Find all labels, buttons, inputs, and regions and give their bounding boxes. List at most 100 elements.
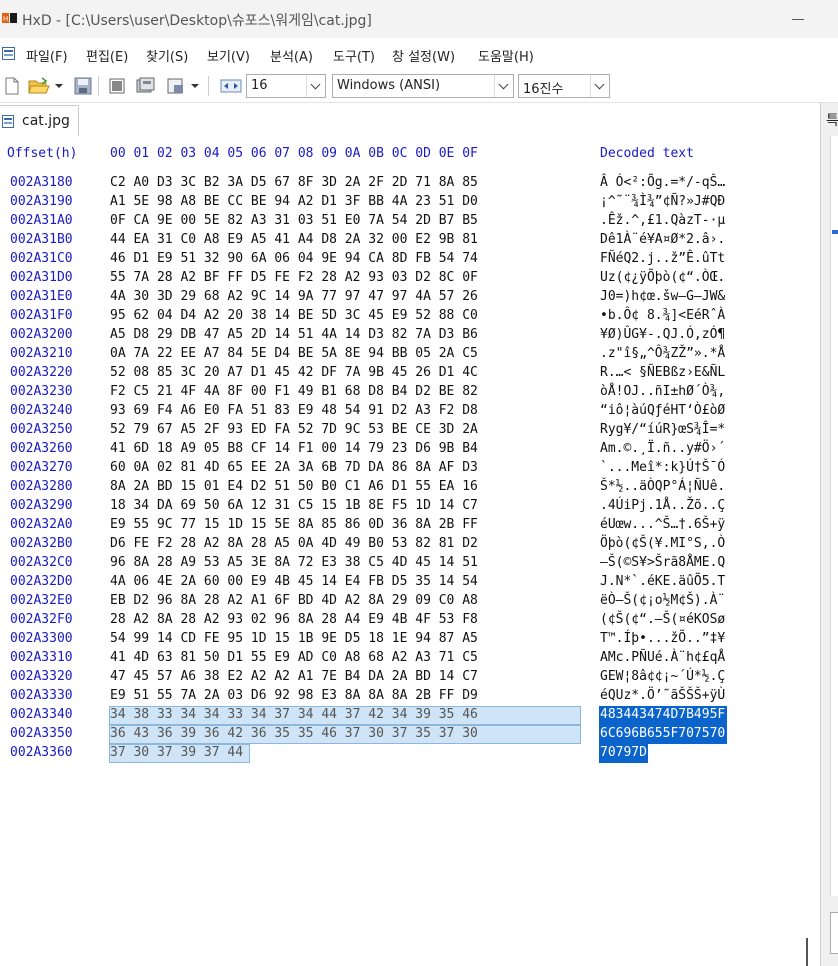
row-decoded-text[interactable]: (¢Š(¢“.–Š(¤éKOSø <box>600 612 725 627</box>
row-hex-bytes[interactable]: 52 79 67 A5 2F 93 ED FA 52 7D 9C 53 BE C… <box>110 422 478 437</box>
hex-row[interactable]: 002A31E0 4A 30 3D 29 68 A2 9C 14 9A 77 97… <box>0 288 798 307</box>
row-decoded-text[interactable]: Dê1À¨é¥A¤Ø*2.â›. <box>600 232 725 247</box>
hex-row[interactable]: 002A3340 34 38 33 34 34 33 34 37 34 44 37… <box>0 706 798 725</box>
hex-row[interactable]: 002A3360 37 30 37 39 37 44 70797D <box>0 744 798 763</box>
scrollbar-thumb[interactable] <box>806 938 808 966</box>
row-hex-bytes[interactable]: 28 A2 8A 28 A2 93 02 96 8A 28 A4 E9 4B 4… <box>110 612 478 627</box>
row-decoded-text[interactable]: “iô¦àúQƒéHT‘Ò£òØ <box>600 403 725 418</box>
hex-row[interactable]: 002A3270 60 0A 02 81 4D 65 EE 2A 3A 6B 7D… <box>0 459 798 478</box>
row-hex-bytes[interactable]: 44 EA 31 C0 A8 E9 A5 41 A4 D8 2A 32 00 E… <box>110 232 478 247</box>
row-decoded-text[interactable]: ¡^˜¨¾Ì¾”¢Ñ?»J#QÐ <box>600 194 725 209</box>
row-hex-bytes[interactable]: 36 43 36 39 36 42 36 35 35 46 37 30 37 3… <box>110 726 478 741</box>
hex-row[interactable]: 002A3200 A5 D8 29 DB 47 A5 2D 14 51 4A 14… <box>0 326 798 345</box>
row-hex-bytes[interactable]: 46 D1 E9 51 32 90 6A 06 04 9E 94 CA 8D F… <box>110 251 478 266</box>
row-decoded-text[interactable]: GEW¦8â¢¢¡~´Ú*½.Ç <box>600 669 725 684</box>
hex-row[interactable]: 002A3310 41 4D 63 81 50 D1 55 E9 AD C0 A8… <box>0 649 798 668</box>
row-hex-bytes[interactable]: 4A 30 3D 29 68 A2 9C 14 9A 77 97 47 97 4… <box>110 289 478 304</box>
row-hex-bytes[interactable]: 41 4D 63 81 50 D1 55 E9 AD C0 A8 68 A2 A… <box>110 650 478 665</box>
hex-row[interactable]: 002A3260 41 6D 18 A9 05 B8 CF 14 F1 00 14… <box>0 440 798 459</box>
row-decoded-text[interactable]: òÅ!OJ..ñI±hØ´Ò¾‚ <box>600 384 725 399</box>
row-decoded-text[interactable]: Ryg¥/“íúR}œS¾Î=* <box>600 422 725 437</box>
row-decoded-text[interactable]: .4ÚiPj.1Å..Žõ..Ç <box>600 498 725 513</box>
row-decoded-text[interactable]: Â Ó<²:Õg.=*/-qŠ… <box>600 175 725 190</box>
row-hex-bytes[interactable]: E9 55 9C 77 15 1D 15 5E 8A 85 86 0D 36 8… <box>110 517 478 532</box>
row-decoded-text[interactable]: 6C696B655F707570 <box>600 726 725 741</box>
row-decoded-text[interactable]: J.N*`.éKE.äûÕ5.T <box>600 574 725 589</box>
row-hex-bytes[interactable]: EB D2 96 8A 28 A2 A1 6F BD 4D A2 8A 29 0… <box>110 593 478 608</box>
charset-select[interactable]: Windows (ANSI) <box>332 74 514 98</box>
memory-editor-icon[interactable] <box>166 76 186 96</box>
hex-row[interactable]: 002A3320 47 45 57 A6 38 E2 A2 A2 A1 7E B4… <box>0 668 798 687</box>
row-decoded-text[interactable]: Am.©.¸Ï.ñ..y#Ö›´ <box>600 441 725 456</box>
hex-row[interactable]: 002A31A0 0F CA 9E 00 5E 82 A3 31 03 51 E0… <box>0 212 798 231</box>
dropdown-arrow-icon[interactable] <box>54 76 64 96</box>
row-hex-bytes[interactable]: A1 5E 98 A8 BE CC BE 94 A2 D1 3F BB 4A 2… <box>110 194 478 209</box>
data-inspector-options[interactable] <box>830 912 838 954</box>
row-decoded-text[interactable]: Š*½..äÒQP°Á¦ÑUê. <box>600 479 725 494</box>
dropdown-arrow-icon[interactable] <box>190 76 200 96</box>
disk-editor-icon[interactable] <box>134 76 156 96</box>
hex-row[interactable]: 002A3350 36 43 36 39 36 42 36 35 35 46 37… <box>0 725 798 744</box>
data-inspector-tab[interactable]: 특 <box>826 110 838 130</box>
row-decoded-text[interactable]: éQUz*.Ö’˜ãŠŠŠ+ÿÙ <box>600 688 725 703</box>
hex-row[interactable]: 002A32D0 4A 06 4E 2A 60 00 E9 4B 45 14 E4… <box>0 573 798 592</box>
document-menu-icon[interactable] <box>2 47 15 60</box>
save-icon[interactable] <box>74 76 92 96</box>
open-folder-icon[interactable] <box>28 76 50 96</box>
hex-row[interactable]: 002A31C0 46 D1 E9 51 32 90 6A 06 04 9E 94… <box>0 250 798 269</box>
hex-row[interactable]: 002A3220 52 08 85 3C 20 A7 D1 45 42 DF 7A… <box>0 364 798 383</box>
hex-row[interactable]: 002A3280 8A 2A BD 15 01 E4 D2 51 50 B0 C1… <box>0 478 798 497</box>
hex-row[interactable]: 002A3250 52 79 67 A5 2F 93 ED FA 52 7D 9C… <box>0 421 798 440</box>
hex-row[interactable]: 002A31B0 44 EA 31 C0 A8 E9 A5 41 A4 D8 2A… <box>0 231 798 250</box>
hex-row[interactable]: 002A3300 54 99 14 CD FE 95 1D 15 1B 9E D5… <box>0 630 798 649</box>
hex-row[interactable]: 002A3180 C2 A0 D3 3C B2 3A D5 67 8F 3D 2A… <box>0 174 798 193</box>
row-decoded-text[interactable]: ëÒ–Š(¢¡o½M¢Š).À¨ <box>600 593 725 608</box>
hex-row[interactable]: 002A3330 E9 51 55 7A 2A 03 D6 92 98 E3 8A… <box>0 687 798 706</box>
hex-row[interactable]: 002A32A0 E9 55 9C 77 15 1D 15 5E 8A 85 86… <box>0 516 798 535</box>
row-hex-bytes[interactable]: 41 6D 18 A9 05 B8 CF 14 F1 00 14 79 23 D… <box>110 441 478 456</box>
row-hex-bytes[interactable]: 96 8A 28 A9 53 A5 3E 8A 72 E3 38 C5 4D 4… <box>110 555 478 570</box>
menu-help[interactable]: 도움말(H) <box>478 46 534 65</box>
chevron-down-icon[interactable] <box>590 75 609 97</box>
hex-row[interactable]: 002A3230 F2 C5 21 4F 4A 8F 00 F1 49 B1 68… <box>0 383 798 402</box>
hex-editor-pane[interactable]: Offset(h) 00 01 02 03 04 05 06 07 08 09 … <box>0 137 798 966</box>
row-decoded-text[interactable]: éUœw...^Š…†.6Š+ÿ <box>600 517 725 532</box>
row-decoded-text[interactable]: AMc.PÑUé.À¨h¢£qÅ <box>600 650 725 665</box>
row-decoded-text[interactable]: FÑéQ2.j..ž”Ê.ûTt <box>600 251 725 266</box>
row-decoded-text[interactable]: R.…< §ÑEBßz›E&ÑL <box>600 365 725 380</box>
row-hex-bytes[interactable]: 0A 7A 22 EE A7 84 5E D4 BE 5A 8E 94 BB 0… <box>110 346 478 361</box>
hex-row[interactable]: 002A32B0 D6 FE F2 28 A2 8A 28 A5 0A 4D 49… <box>0 535 798 554</box>
row-decoded-text[interactable]: Öþò(¢Š(¥.MI°S‚.Ò <box>600 536 725 551</box>
chevron-down-icon[interactable] <box>494 75 513 97</box>
row-hex-bytes[interactable]: 34 38 33 34 34 33 34 37 34 44 37 42 34 3… <box>110 707 478 722</box>
vertical-scrollbar[interactable] <box>800 137 820 966</box>
row-decoded-text[interactable]: 70797D <box>600 745 647 760</box>
menu-analysis[interactable]: 분석(A) <box>270 46 313 65</box>
offset-base-select[interactable]: 16진수 <box>518 74 610 98</box>
row-decoded-text[interactable]: T™.Íþ•...žÕ..”‡¥ <box>600 631 725 646</box>
row-hex-bytes[interactable]: 52 08 85 3C 20 A7 D1 45 42 DF 7A 9B 45 2… <box>110 365 478 380</box>
row-hex-bytes[interactable]: F2 C5 21 4F 4A 8F 00 F1 49 B1 68 D8 B4 D… <box>110 384 478 399</box>
row-hex-bytes[interactable]: 4A 06 4E 2A 60 00 E9 4B 45 14 E4 FB D5 3… <box>110 574 478 589</box>
table-view-icon[interactable] <box>108 76 126 96</box>
menu-search[interactable]: 찾기(S) <box>146 46 188 65</box>
menu-edit[interactable]: 편집(E) <box>86 46 128 65</box>
hex-row[interactable]: 002A3290 18 34 DA 69 50 6A 12 31 C5 15 1B… <box>0 497 798 516</box>
row-hex-bytes[interactable]: 8A 2A BD 15 01 E4 D2 51 50 B0 C1 A6 D1 5… <box>110 479 478 494</box>
hex-row[interactable]: 002A3190 A1 5E 98 A8 BE CC BE 94 A2 D1 3F… <box>0 193 798 212</box>
hex-row[interactable]: 002A31D0 55 7A 28 A2 BF FF D5 FE F2 28 A2… <box>0 269 798 288</box>
hex-row[interactable]: 002A32E0 EB D2 96 8A 28 A2 A1 6F BD 4D A2… <box>0 592 798 611</box>
row-decoded-text[interactable]: –Š(©S¥>Šrã8ÅME.Q <box>600 555 725 570</box>
menu-window[interactable]: 창 설정(W) <box>392 46 455 65</box>
row-decoded-text[interactable]: .Êž.^‚£1.QàzT-·µ <box>600 213 725 228</box>
row-decoded-text[interactable]: ¥Ø)ÛG¥-.QJ.Ó‚zÓ¶ <box>600 327 725 342</box>
row-decoded-text[interactable]: Uz(¢¿ÿÕþò(¢“.ÒŒ. <box>600 270 725 285</box>
row-decoded-text[interactable]: J0=)h¢œ.šw—G—JW& <box>600 289 725 304</box>
row-hex-bytes[interactable]: 0F CA 9E 00 5E 82 A3 31 03 51 E0 7A 54 2… <box>110 213 478 228</box>
row-hex-bytes[interactable]: C2 A0 D3 3C B2 3A D5 67 8F 3D 2A 2F 2D 7… <box>110 175 478 190</box>
hex-row[interactable]: 002A3210 0A 7A 22 EE A7 84 5E D4 BE 5A 8E… <box>0 345 798 364</box>
hex-row[interactable]: 002A31F0 95 62 04 D4 A2 20 38 14 BE 5D 3C… <box>0 307 798 326</box>
row-hex-bytes[interactable]: 60 0A 02 81 4D 65 EE 2A 3A 6B 7D DA 86 8… <box>110 460 478 475</box>
row-hex-bytes[interactable]: 18 34 DA 69 50 6A 12 31 C5 15 1B 8E F5 1… <box>110 498 478 513</box>
menu-view[interactable]: 보기(V) <box>207 46 250 65</box>
